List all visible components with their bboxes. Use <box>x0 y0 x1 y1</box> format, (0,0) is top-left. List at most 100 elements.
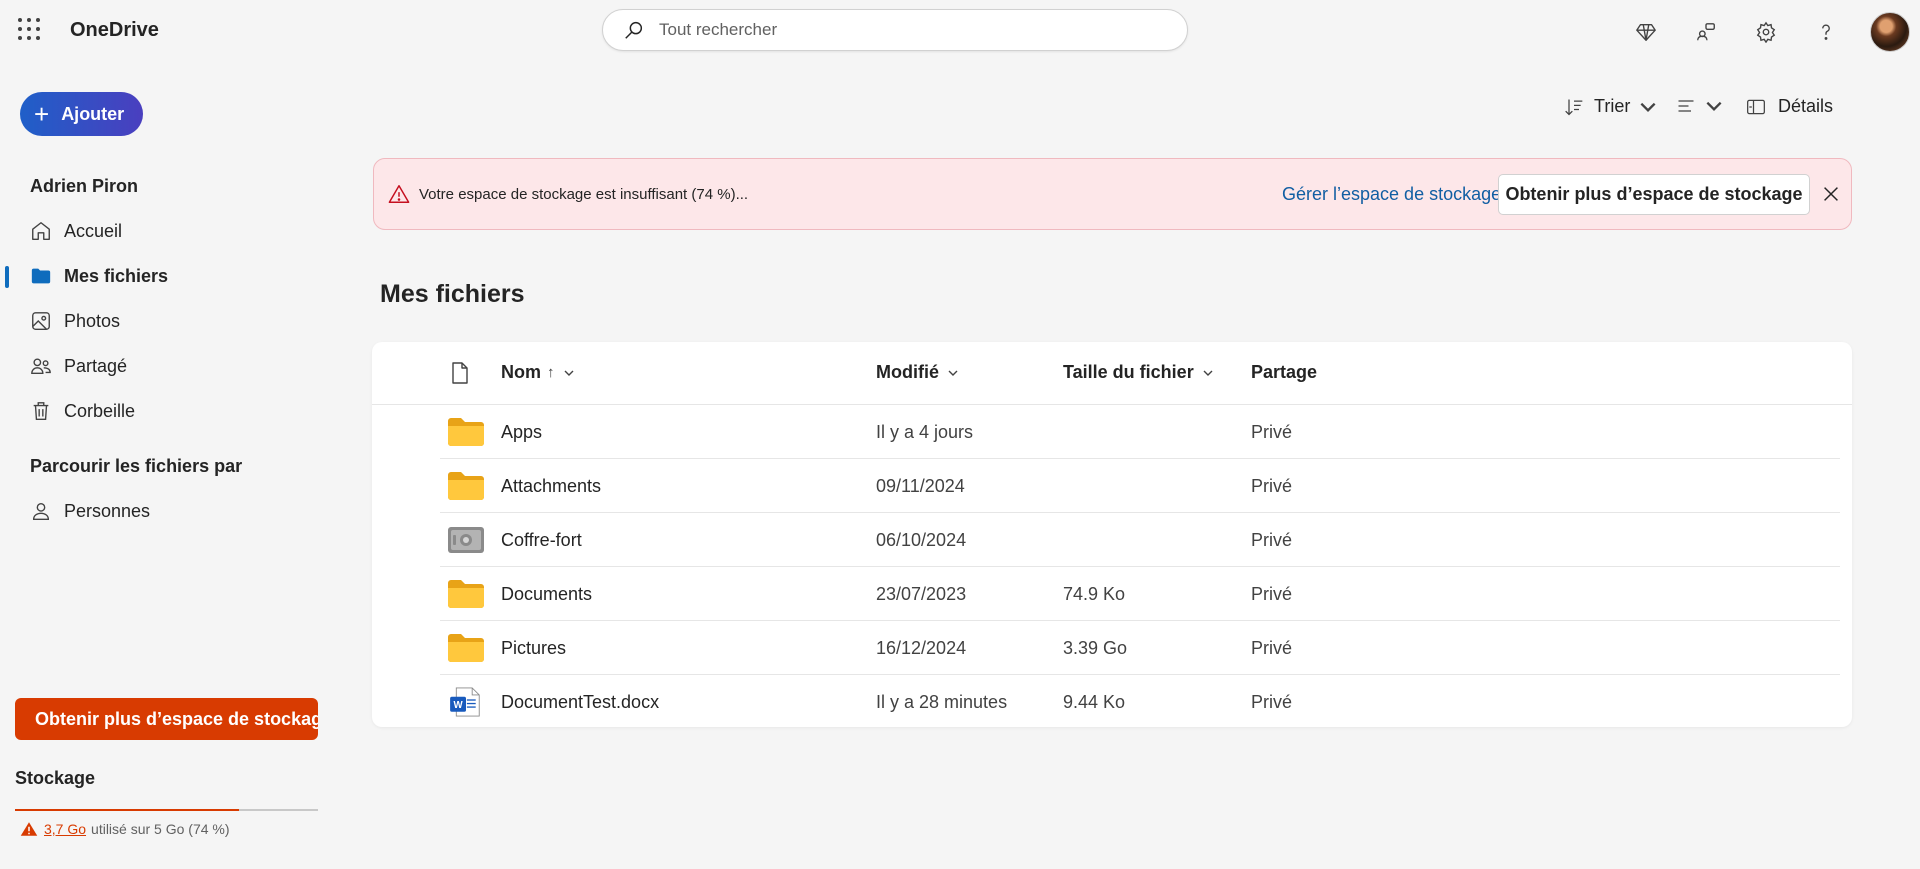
file-name[interactable]: Apps <box>501 422 542 443</box>
file-modified: 09/11/2024 <box>876 476 965 496</box>
column-name-label: Nom <box>501 362 541 382</box>
file-sharing: Privé <box>1251 476 1293 496</box>
file-modified: 06/10/2024 <box>876 530 967 550</box>
get-more-storage-label: Obtenir plus d’espace de stockage <box>35 708 318 729</box>
file-modified: Il y a 4 jours <box>876 422 974 442</box>
details-pane-icon <box>1747 99 1765 114</box>
share-people-icon[interactable] <box>1688 14 1724 50</box>
sidebar-item-label: Mes fichiers <box>64 265 169 286</box>
sort-ascending-icon: ↑ <box>547 364 555 381</box>
storage-used-link[interactable]: 3,7 Go <box>44 821 86 837</box>
chevron-down-icon <box>1706 101 1722 111</box>
manage-storage-link[interactable]: Gérer l’espace de stockage <box>1282 184 1501 205</box>
page-title: Mes fichiers <box>380 280 525 308</box>
folder-icon <box>448 580 484 608</box>
user-avatar[interactable] <box>1870 12 1910 52</box>
chevron-down-icon <box>564 370 573 376</box>
storage-alert-banner: Votre espace de stockage est insuffisant… <box>373 158 1852 230</box>
sort-button[interactable]: Trier <box>1564 96 1658 117</box>
file-modified: Il y a 28 minutes <box>876 692 1008 712</box>
file-name[interactable]: Documents <box>501 584 592 605</box>
settings-gear-icon[interactable] <box>1748 14 1784 50</box>
add-button[interactable]: + Ajouter <box>20 92 143 136</box>
table-row[interactable]: Apps Il y a 4 jours Privé <box>440 405 1840 459</box>
storage-usage-text: 3,7 Go utilisé sur 5 Go (74 %) <box>20 820 230 838</box>
warning-icon <box>388 185 410 203</box>
file-name[interactable]: DocumentTest.docx <box>501 692 659 713</box>
photo-icon <box>32 312 50 330</box>
list-view-icon <box>1678 100 1694 112</box>
sidebar-item-corbeille[interactable]: Corbeille <box>0 391 300 431</box>
sidebar-item-accueil[interactable]: Accueil <box>0 211 300 251</box>
premium-diamond-icon[interactable] <box>1628 14 1664 50</box>
trash-icon <box>33 402 49 420</box>
user-name: Adrien Piron <box>30 176 139 196</box>
column-header-name[interactable]: Nom ↑ <box>501 362 575 383</box>
file-sharing: Privé <box>1251 638 1293 658</box>
help-question-icon[interactable] <box>1808 14 1844 50</box>
file-size: 3.39 Go <box>1063 638 1128 658</box>
storage-rest-text: utilisé sur 5 Go (74 %) <box>91 821 230 837</box>
sidebar-item-personnes[interactable]: Personnes <box>0 491 300 531</box>
people-icon <box>31 358 51 375</box>
chevron-down-icon <box>948 370 958 376</box>
file-name[interactable]: Coffre-fort <box>501 530 582 551</box>
view-options-button[interactable] <box>1676 96 1724 116</box>
search-icon <box>625 21 643 39</box>
chevron-down-icon <box>1203 370 1213 376</box>
search-placeholder: Tout rechercher <box>659 20 778 39</box>
banner-get-more-storage-button[interactable]: Obtenir plus d’espace de stockage <box>1498 174 1810 215</box>
search-box[interactable]: Tout rechercher <box>602 9 1188 51</box>
sort-label: Trier <box>1594 96 1631 116</box>
browse-section-title: Parcourir les fichiers par <box>30 456 243 476</box>
table-row[interactable]: Documents 23/07/2023 74.9 Ko Privé <box>440 567 1840 621</box>
storage-progress-fill <box>15 809 240 811</box>
add-button-label: Ajouter <box>61 103 125 124</box>
file-sharing: Privé <box>1251 584 1293 604</box>
sidebar-item-label: Accueil <box>64 220 123 241</box>
file-name[interactable]: Pictures <box>501 638 566 659</box>
warning-icon <box>20 822 38 836</box>
file-list: Nom ↑ Modifié Taille du fichier Partage … <box>372 342 1852 727</box>
file-size: 74.9 Ko <box>1063 584 1126 604</box>
table-row[interactable]: Attachments 09/11/2024 Privé <box>440 459 1840 513</box>
details-button[interactable]: Détails <box>1746 96 1833 117</box>
details-label: Détails <box>1778 96 1834 116</box>
get-more-storage-button[interactable]: Obtenir plus d’espace de stockage <box>15 698 318 740</box>
file-type-icon[interactable] <box>450 362 470 384</box>
word-document-icon: W <box>450 687 480 717</box>
sidebar-item-label: Photos <box>64 310 121 331</box>
column-modified-label: Modifié <box>876 362 939 382</box>
plus-icon: + <box>34 99 50 129</box>
table-header: Nom ↑ Modifié Taille du fichier Partage <box>372 342 1852 405</box>
column-header-size[interactable]: Taille du fichier <box>1063 362 1214 383</box>
file-name[interactable]: Attachments <box>501 476 601 497</box>
file-modified: 16/12/2024 <box>876 638 967 658</box>
home-icon <box>32 222 50 240</box>
file-sharing: Privé <box>1251 530 1293 550</box>
column-header-modified[interactable]: Modifié <box>876 362 959 383</box>
storage-title: Stockage <box>15 768 96 788</box>
sidebar-item-mes-fichiers[interactable]: Mes fichiers <box>0 256 300 296</box>
folder-icon <box>448 634 484 662</box>
app-title[interactable]: OneDrive <box>70 19 159 42</box>
sidebar-item-partage[interactable]: Partagé <box>0 346 300 386</box>
file-sharing: Privé <box>1251 422 1293 442</box>
sidebar-item-photos[interactable]: Photos <box>0 301 300 341</box>
table-row[interactable]: Coffre-fort 06/10/2024 Privé <box>440 513 1840 567</box>
storage-progress-bar <box>15 809 318 811</box>
sort-icon <box>1565 99 1583 115</box>
app-launcher-icon[interactable] <box>18 18 40 40</box>
table-row[interactable]: W DocumentTest.docx Il y a 28 minutes 9.… <box>440 675 1840 729</box>
header-actions <box>1604 12 1920 52</box>
svg-text:W: W <box>453 700 463 711</box>
sidebar-item-label: Corbeille <box>64 400 136 421</box>
column-header-sharing[interactable]: Partage <box>1251 362 1317 383</box>
person-icon <box>32 502 50 520</box>
table-row[interactable]: Pictures 16/12/2024 3.39 Go Privé <box>440 621 1840 675</box>
top-bar: OneDrive Tout rechercher <box>0 0 1920 62</box>
sidebar-item-label: Personnes <box>64 500 151 521</box>
banner-message: Votre espace de stockage est insuffisant… <box>419 186 749 203</box>
chevron-down-icon <box>1640 102 1656 112</box>
close-icon[interactable] <box>1820 183 1842 205</box>
